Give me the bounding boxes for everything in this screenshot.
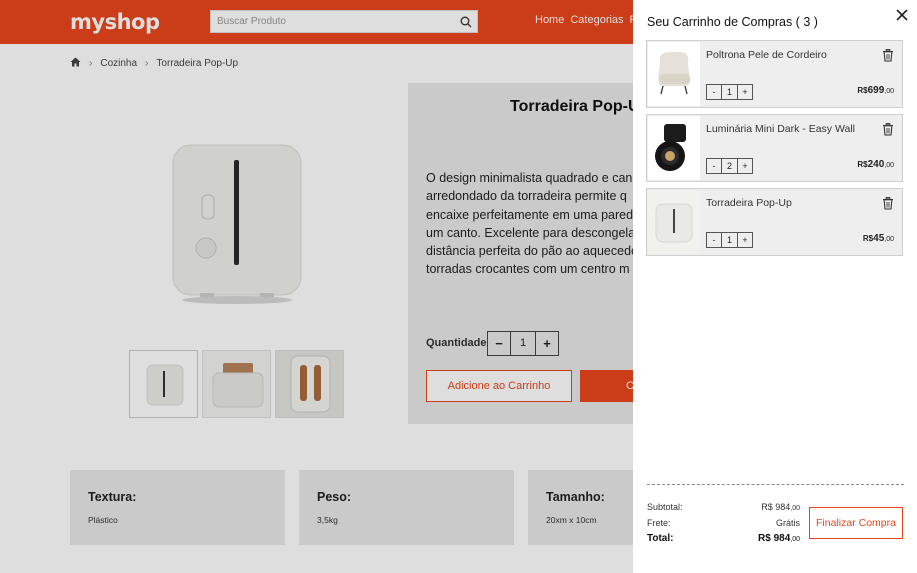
subtotal-value: R$ 984,00 xyxy=(761,502,800,512)
item-quantity[interactable]: 1 xyxy=(721,233,738,247)
subtotal-row: Subtotal: R$ 984,00 xyxy=(647,502,800,512)
item-price-value: 699 xyxy=(867,85,885,96)
cart-item: Poltrona Pele de Cordeiro - 1 + R$699,00 xyxy=(646,40,903,108)
total-row: Total: R$ 984,00 xyxy=(647,533,800,544)
item-price-value: 45 xyxy=(873,233,885,244)
total-value: R$ 984,00 xyxy=(758,533,800,544)
item-name: Poltrona Pele de Cordeiro xyxy=(706,49,827,61)
modal-backdrop[interactable] xyxy=(0,0,633,573)
subtotal-amount: R$ 984 xyxy=(761,502,791,512)
item-image-armchair xyxy=(648,42,700,106)
item-currency: R$ xyxy=(857,160,868,169)
item-plus-button[interactable]: + xyxy=(738,159,752,173)
shipping-label: Frete: xyxy=(647,518,671,528)
item-name: Torradeira Pop-Up xyxy=(706,197,792,209)
item-price-cents: ,00 xyxy=(884,236,894,243)
item-minus-button[interactable]: - xyxy=(707,85,721,99)
shipping-value: Grátis xyxy=(775,518,800,528)
subtotal-label: Subtotal: xyxy=(647,502,683,512)
cart-drawer: Seu Carrinho de Compras ( 3 ) Poltrona P… xyxy=(633,0,917,573)
item-minus-button[interactable]: - xyxy=(707,233,721,247)
item-price-value: 240 xyxy=(867,159,885,170)
item-quantity[interactable]: 2 xyxy=(721,159,738,173)
item-image-toaster xyxy=(648,190,700,254)
total-amount: R$ 984 xyxy=(758,533,791,544)
subtotal-cents: ,00 xyxy=(790,505,800,512)
summary-divider xyxy=(647,484,904,485)
close-icon[interactable] xyxy=(895,8,909,22)
item-quantity-stepper: - 1 + xyxy=(706,232,753,248)
item-price-cents: ,00 xyxy=(884,88,894,95)
item-price: R$699,00 xyxy=(857,85,894,96)
item-name: Luminária Mini Dark - Easy Wall xyxy=(706,123,855,135)
trash-icon[interactable] xyxy=(882,196,894,210)
item-quantity-stepper: - 2 + xyxy=(706,158,753,174)
item-price: R$45,00 xyxy=(863,233,894,244)
item-minus-button[interactable]: - xyxy=(707,159,721,173)
item-image-lamp xyxy=(648,116,700,180)
total-label: Total: xyxy=(647,533,674,544)
cart-item: Torradeira Pop-Up - 1 + R$45,00 xyxy=(646,188,903,256)
cart-title: Seu Carrinho de Compras ( 3 ) xyxy=(647,15,818,29)
item-price: R$240,00 xyxy=(857,159,894,170)
finalize-purchase-button[interactable]: Finalizar Compra xyxy=(809,507,903,539)
trash-icon[interactable] xyxy=(882,122,894,136)
item-price-cents: ,00 xyxy=(884,162,894,169)
item-plus-button[interactable]: + xyxy=(738,233,752,247)
shipping-row: Frete: Grátis xyxy=(647,518,800,528)
item-currency: R$ xyxy=(857,86,868,95)
total-cents: ,00 xyxy=(790,536,800,543)
item-quantity[interactable]: 1 xyxy=(721,85,738,99)
trash-icon[interactable] xyxy=(882,48,894,62)
item-quantity-stepper: - 1 + xyxy=(706,84,753,100)
cart-item: Luminária Mini Dark - Easy Wall - 2 + R$… xyxy=(646,114,903,182)
item-currency: R$ xyxy=(862,234,874,243)
item-plus-button[interactable]: + xyxy=(738,85,752,99)
